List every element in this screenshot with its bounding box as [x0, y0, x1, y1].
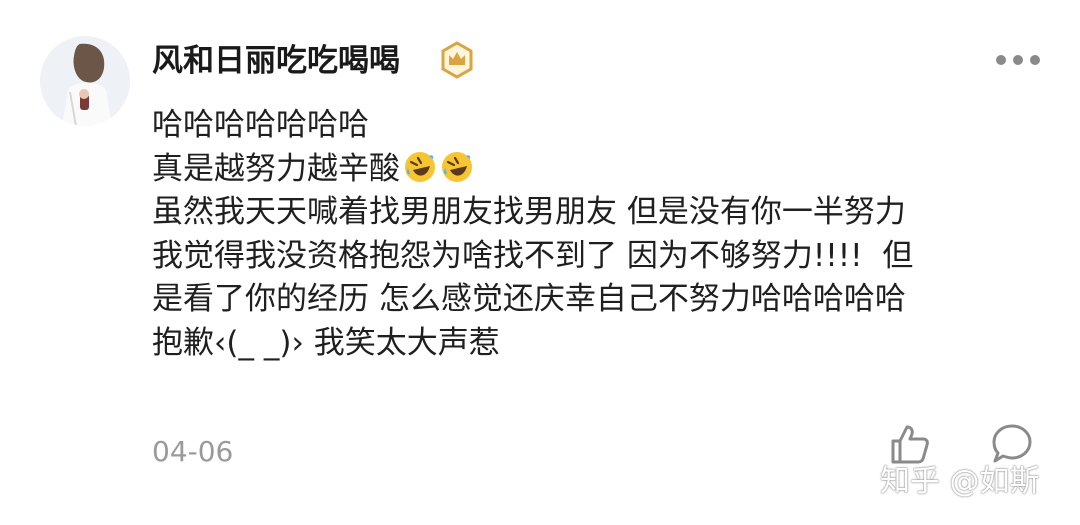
rolling-laughing-emoji — [442, 151, 472, 182]
comment-line: 是看了你的经历 怎么感觉还庆幸自己不努力哈哈哈哈哈 — [152, 281, 906, 318]
comment-line: 哈哈哈哈哈哈哈 — [152, 107, 369, 143]
thumbs-up-icon[interactable] — [888, 422, 932, 466]
comment-date: 04-06 — [152, 435, 234, 468]
comment-text: 哈哈哈哈哈哈哈 真是越努力越辛酸 虽然我天天喊着找男朋友找男朋友 但是没有你一半… — [152, 104, 1032, 366]
rolling-laughing-emoji — [405, 151, 435, 182]
comment-line: 虽然我天天喊着找男朋友找男朋友 但是没有你一半努力 — [152, 194, 906, 231]
avatar[interactable] — [40, 36, 130, 126]
username[interactable]: 风和日丽吃吃喝喝 — [152, 41, 400, 81]
comment-bubble-icon[interactable] — [990, 422, 1034, 466]
comment-line: 抱歉‹(_ _)› 我笑太大声惹 — [152, 324, 500, 361]
watermark: 知乎 @如斯 — [880, 464, 1040, 499]
avatar-image — [40, 36, 130, 126]
crown-badge-icon — [441, 41, 473, 79]
comment-line-with-emoji: 真是越努力越辛酸 — [152, 148, 1032, 192]
comment-line: 真是越努力越辛酸 — [152, 150, 400, 187]
more-dots-icon[interactable] — [996, 47, 1040, 73]
comment-line: 我觉得我没资格抱怨为啥找不到了 因为不够努力!!!! 但 — [152, 237, 914, 274]
